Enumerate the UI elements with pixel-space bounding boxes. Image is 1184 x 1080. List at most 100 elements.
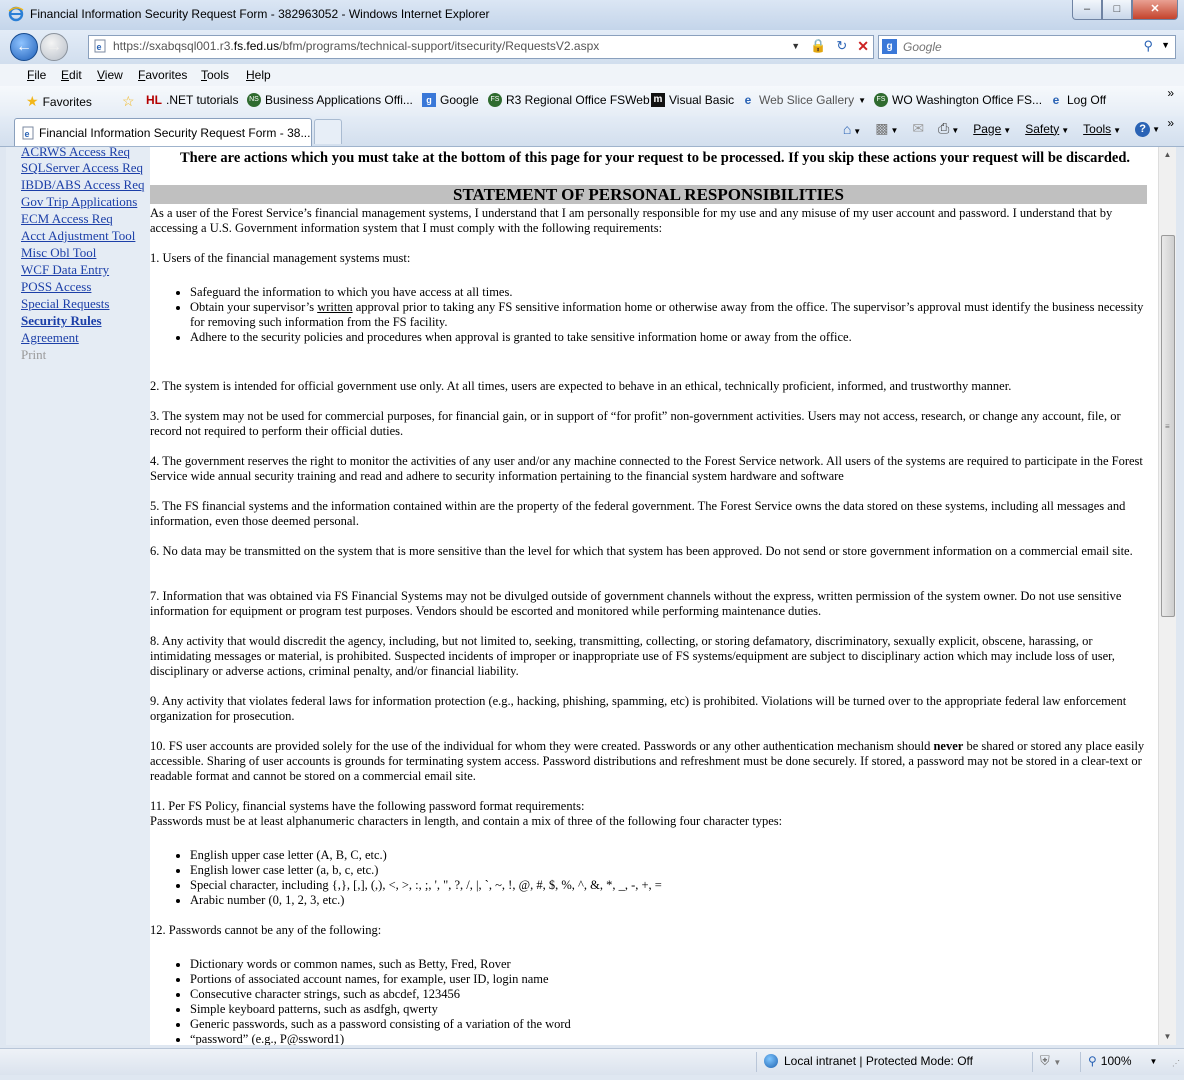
rule-10: 10. FS user accounts are provided solely… xyxy=(150,739,1145,783)
sidebar-item-wcf-data-entry[interactable]: WCF Data Entry xyxy=(21,262,109,278)
menu-tools[interactable]: Tools xyxy=(201,68,229,82)
statement-heading: STATEMENT OF PERSONAL RESPONSIBILITIES xyxy=(150,185,1147,204)
lock-icon[interactable]: 🔒 xyxy=(810,38,826,55)
favorite-item[interactable]: FS R3 Regional Office FSWeb xyxy=(488,93,650,107)
chevron-more-icon[interactable]: » xyxy=(1167,86,1174,100)
list-item: Arabic number (0, 1, 2, 3, etc.) xyxy=(190,893,1150,908)
scroll-down-arrow-icon[interactable]: ▼ xyxy=(1159,1029,1176,1045)
resize-grip-icon[interactable]: ⋰ xyxy=(1172,1059,1180,1068)
rule-1-list: Safeguard the information to which you h… xyxy=(150,285,1150,345)
sidebar-item-gov-trip[interactable]: Gov Trip Applications xyxy=(21,194,137,210)
list-item: Obtain your supervisor’s written approva… xyxy=(190,300,1150,330)
sidebar-item-acrws[interactable]: ACRWS Access Req xyxy=(21,147,130,160)
home-button[interactable]: ⌂ ▼ xyxy=(843,121,861,137)
svg-text:e: e xyxy=(97,42,102,52)
rule-6: 6. No data may be transmitted on the sys… xyxy=(150,544,1133,558)
search-input[interactable] xyxy=(901,38,1135,56)
menu-view[interactable]: View xyxy=(97,68,123,82)
protected-mode-shield-icon[interactable]: ⛨ ▼ xyxy=(1040,1053,1061,1069)
chevron-more-icon[interactable]: » xyxy=(1167,116,1174,130)
sidebar-item-print: Print xyxy=(21,347,47,362)
rule-9: 9. Any activity that violates federal la… xyxy=(150,694,1127,723)
tab-label: Financial Information Security Request F… xyxy=(39,126,311,140)
list-item: English lower case letter (a, b, c, etc.… xyxy=(190,863,1150,878)
grip-icon: ≡ xyxy=(1165,422,1170,431)
security-zone[interactable]: Local intranet | Protected Mode: Off xyxy=(764,1054,973,1068)
safety-menu[interactable]: Safety ▼ xyxy=(1025,122,1069,136)
sidebar-item-security-rules[interactable]: Security Rules xyxy=(21,313,102,329)
favorite-item[interactable]: e Log Off xyxy=(1049,93,1106,107)
menu-help[interactable]: Help xyxy=(246,68,271,82)
menu-bar: File Edit View Favorites Tools Help xyxy=(0,64,1184,87)
menu-edit[interactable]: Edit xyxy=(61,68,82,82)
list-item: English upper case letter (A, B, C, etc.… xyxy=(190,848,1150,863)
back-button[interactable]: ← xyxy=(10,33,38,61)
window-titlebar: Financial Information Security Request F… xyxy=(0,0,1184,31)
window-title: Financial Information Security Request F… xyxy=(30,7,490,21)
sidebar-item-agreement[interactable]: Agreement xyxy=(21,330,79,346)
favorite-item[interactable]: NS Business Applications Offi... xyxy=(247,93,413,107)
add-to-favorites-icon: ☆ xyxy=(122,93,135,109)
favorite-item[interactable]: FS WO Washington Office FS... xyxy=(874,93,1042,107)
browser-tab[interactable]: e Financial Information Security Request… xyxy=(14,118,312,146)
forward-button[interactable]: → xyxy=(40,33,68,61)
help-button[interactable]: ? ▼ xyxy=(1135,121,1160,137)
menu-file[interactable]: File xyxy=(27,68,46,82)
sidebar-item-misc-obl[interactable]: Misc Obl Tool xyxy=(21,245,96,261)
maximize-button[interactable]: □ xyxy=(1102,0,1132,20)
add-favorites-button[interactable]: ☆ xyxy=(122,93,135,110)
sidebar-nav: ACRWS Access Req SQLServer Access Req IB… xyxy=(6,147,150,1045)
sidebar-item-sqlserver[interactable]: SQLServer Access Req xyxy=(21,160,143,176)
rule-12-list: Dictionary words or common names, such a… xyxy=(150,957,1150,1045)
rule-7: 7. Information that was obtained via FS … xyxy=(150,589,1122,618)
search-icon[interactable]: ⚲ xyxy=(1143,38,1153,54)
forest-service-favicon-icon: FS xyxy=(488,93,502,107)
star-icon: ★ xyxy=(26,93,39,109)
sidebar-item-poss[interactable]: POSS Access xyxy=(21,279,91,295)
favorite-item[interactable]: m Visual Basic xyxy=(651,93,734,107)
address-dropdown-icon[interactable]: ▼ xyxy=(791,41,800,55)
refresh-icon[interactable]: ↻ xyxy=(836,38,847,55)
tools-menu[interactable]: Tools ▼ xyxy=(1083,122,1121,136)
list-item: Safeguard the information to which you h… xyxy=(190,285,1150,300)
sidebar-item-ibdb-abs[interactable]: IBDB/ABS Access Req xyxy=(21,177,145,193)
list-item: Portions of associated account names, fo… xyxy=(190,972,1150,987)
favorite-item[interactable]: e Web Slice Gallery ▼ xyxy=(741,93,866,107)
list-item: Simple keyboard patterns, such as asdfgh… xyxy=(190,1002,1150,1017)
menu-favorites[interactable]: Favorites xyxy=(138,68,187,82)
minimize-button[interactable]: – xyxy=(1072,0,1102,20)
tab-row: e Financial Information Security Request… xyxy=(0,116,1184,147)
intro-paragraph: As a user of the Forest Service’s financ… xyxy=(150,206,1113,235)
scroll-up-arrow-icon[interactable]: ▲ xyxy=(1159,147,1176,163)
stop-icon[interactable]: ✕ xyxy=(857,38,869,55)
m-favicon-icon: m xyxy=(651,93,665,107)
page-icon: e xyxy=(22,126,34,140)
zoom-level[interactable]: ⚲ 100% ▼ xyxy=(1088,1054,1157,1068)
sidebar-item-special-requests[interactable]: Special Requests xyxy=(21,296,109,312)
favorite-item[interactable]: g Google xyxy=(422,93,479,107)
search-options-icon[interactable]: ▼ xyxy=(1161,40,1170,50)
print-button[interactable]: ⎙ ▼ xyxy=(938,120,959,137)
globe-icon xyxy=(764,1054,778,1068)
feeds-button[interactable]: ▩ ▼ xyxy=(875,120,898,137)
new-tab-button[interactable] xyxy=(314,119,342,144)
address-bar[interactable]: e https://sxabqsql001.r3.fs.fed.us/bfm/p… xyxy=(88,35,874,59)
address-url: https://sxabqsql001.r3.fs.fed.us/bfm/pro… xyxy=(113,39,600,53)
page-viewport: ACRWS Access Req SQLServer Access Req IB… xyxy=(6,147,1158,1045)
favorites-button[interactable]: ★ Favorites xyxy=(26,93,92,110)
list-item: Special character, including {,}, [,], (… xyxy=(190,878,1150,893)
search-box: g ⚲ ▼ xyxy=(878,35,1176,59)
sidebar-item-acct-adjustment[interactable]: Acct Adjustment Tool xyxy=(21,228,135,244)
internet-explorer-icon xyxy=(8,6,24,22)
page-menu[interactable]: Page ▼ xyxy=(973,122,1011,136)
read-mail-button[interactable]: ✉ xyxy=(912,120,924,137)
hl-favicon-icon: HL xyxy=(146,93,162,107)
scrollbar-thumb[interactable]: ≡ xyxy=(1161,235,1175,617)
rss-feed-icon: ▩ xyxy=(875,120,889,136)
close-window-button[interactable]: ✕ xyxy=(1132,0,1178,20)
favorite-item[interactable]: HL .NET tutorials xyxy=(146,93,238,107)
usda-favicon-icon: NS xyxy=(247,93,261,107)
sidebar-item-ecm[interactable]: ECM Access Req xyxy=(21,211,113,227)
help-icon: ? xyxy=(1135,121,1151,137)
vertical-scrollbar[interactable]: ▲ ≡ ▼ xyxy=(1158,147,1176,1045)
